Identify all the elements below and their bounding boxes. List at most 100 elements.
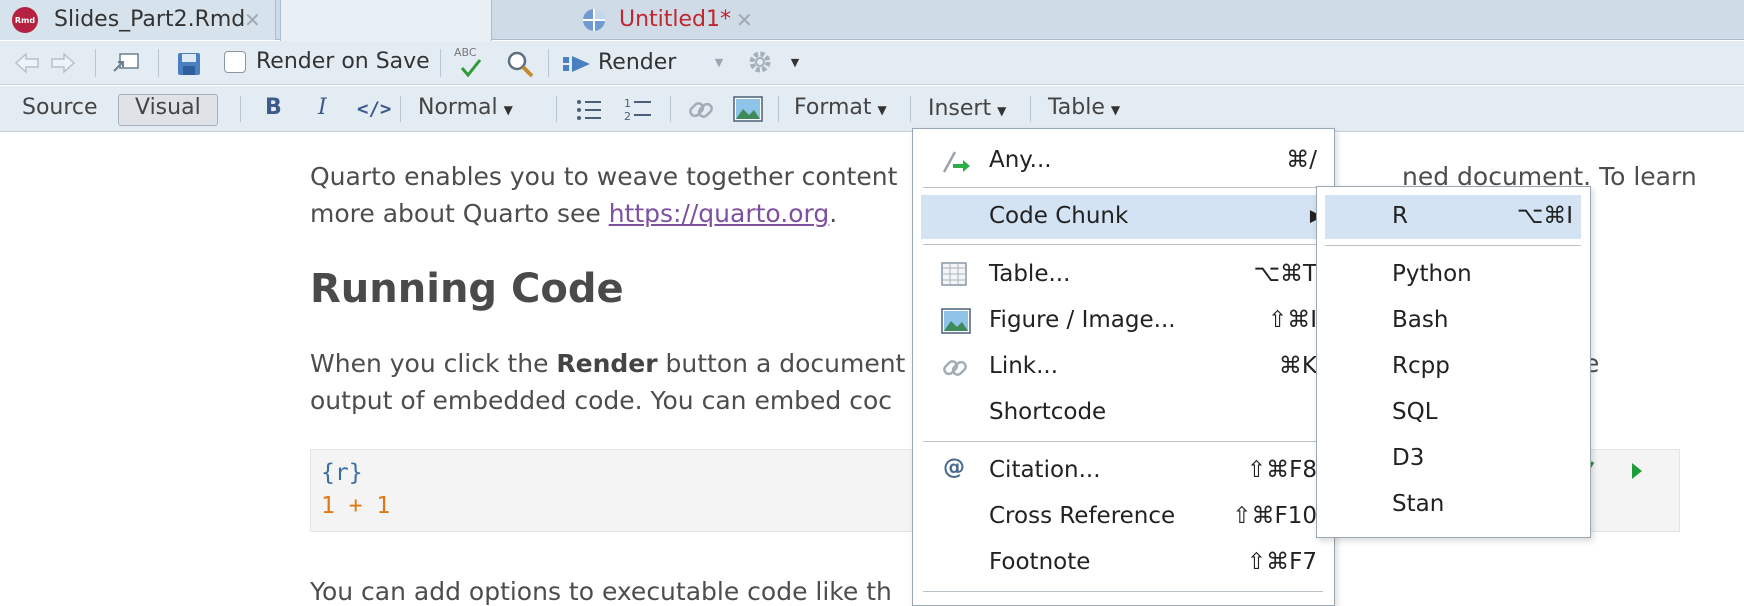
back-arrow-icon[interactable]	[14, 51, 40, 75]
toolbar-separator	[400, 96, 401, 122]
bullet-list-icon[interactable]	[575, 98, 603, 122]
submenu-item-bash[interactable]: Bash	[1325, 299, 1581, 343]
menu-item-label: Any...	[989, 147, 1052, 173]
menu-item-link[interactable]: Link... ⌘K	[921, 345, 1325, 389]
paragraph-intro-line2: more about Quarto see https://quarto.org…	[310, 195, 837, 232]
menu-item-footnote[interactable]: Footnote ⇧⌘F7	[921, 541, 1325, 585]
menu-divider	[923, 244, 1323, 245]
table-label: Table	[1048, 95, 1105, 120]
svg-text:1: 1	[624, 97, 631, 110]
spellcheck-icon[interactable]: ABC	[454, 46, 490, 80]
search-icon[interactable]	[505, 49, 535, 79]
submenu-item-python[interactable]: Python	[1325, 253, 1581, 297]
run-chunk-icon[interactable]	[1629, 460, 1645, 482]
text: When you click the	[310, 349, 557, 378]
numbered-list-icon[interactable]: 12	[623, 96, 653, 122]
toolbar-separator	[778, 96, 779, 122]
tab-untitled1[interactable]: Untitled1* ✕	[280, 0, 753, 41]
code-chunk-header: {r}	[321, 460, 363, 486]
paragraph-style-dropdown[interactable]: Normal ▼	[418, 95, 513, 120]
tab-label: Slides_Part2.Rmd	[54, 7, 246, 32]
toolbar-separator	[95, 49, 96, 77]
text: button a document	[657, 349, 906, 378]
link-icon[interactable]	[686, 96, 716, 124]
shortcut-label: ⌥⌘T	[1253, 261, 1317, 287]
toolbar-separator	[158, 49, 159, 77]
toolbar-separator	[240, 96, 241, 122]
menu-item-label: Shortcode	[989, 399, 1107, 425]
render-icon[interactable]	[562, 53, 592, 75]
menu-item-label: Table...	[989, 261, 1071, 287]
menu-item-shortcode[interactable]: Shortcode	[921, 391, 1325, 435]
menu-divider	[923, 187, 1323, 188]
image-icon[interactable]	[733, 96, 763, 122]
visual-mode-label: Visual	[135, 95, 201, 120]
text: Quarto enables you to weave together con…	[310, 162, 898, 191]
shortcut-label: ⇧⌘F7	[1246, 549, 1317, 575]
paragraph-render-line1: When you click the Render button a docum…	[310, 345, 905, 382]
menu-item-code-chunk[interactable]: Code Chunk ▶	[921, 195, 1325, 239]
quarto-link[interactable]: https://quarto.org	[609, 199, 830, 228]
text: .	[829, 199, 838, 228]
menu-item-label: Link...	[989, 353, 1059, 379]
tab-label: Untitled1*	[619, 7, 732, 32]
magic-wand-icon	[941, 148, 971, 174]
show-in-window-icon[interactable]	[110, 50, 142, 76]
gear-icon[interactable]	[745, 47, 775, 77]
menu-item-label: Cross Reference	[989, 503, 1176, 529]
format-label: Format	[794, 95, 872, 120]
shortcut-label: ⌘/	[1286, 147, 1317, 173]
close-icon[interactable]: ✕	[736, 8, 753, 32]
menu-item-table[interactable]: Table... ⌥⌘T	[921, 253, 1325, 297]
shortcut-label: ⇧⌘F10	[1232, 503, 1317, 529]
bold-button[interactable]: B	[265, 95, 282, 120]
quarto-file-icon	[581, 7, 607, 33]
text: You can add options to executable code l…	[310, 577, 892, 606]
submenu-item-label: Rcpp	[1392, 353, 1450, 379]
gear-chevron-down-icon[interactable]: ▼	[788, 55, 802, 69]
toolbar-separator	[670, 96, 671, 122]
submenu-item-stan[interactable]: Stan	[1325, 483, 1581, 527]
toolbar-separator	[1030, 96, 1031, 122]
submenu-item-label: D3	[1392, 445, 1425, 471]
table-menu[interactable]: Table ▼	[1048, 95, 1120, 120]
menu-divider	[923, 591, 1323, 592]
toolbar-separator	[556, 96, 557, 122]
submenu-item-label: SQL	[1392, 399, 1438, 425]
visual-mode-button[interactable]: Visual	[118, 94, 218, 126]
menu-item-label: Figure / Image...	[989, 307, 1176, 333]
render-options-chevron-down-icon[interactable]: ▼	[712, 55, 726, 69]
italic-button[interactable]: I	[318, 95, 327, 120]
submenu-item-r[interactable]: R ⌥⌘I	[1325, 195, 1581, 239]
code-button[interactable]: </>	[357, 98, 391, 120]
submenu-item-sql[interactable]: SQL	[1325, 391, 1581, 435]
close-icon[interactable]: ✕	[244, 8, 261, 32]
insert-menu[interactable]: Insert ▼	[928, 96, 1006, 121]
menu-item-cross-reference[interactable]: Cross Reference ⇧⌘F10	[921, 495, 1325, 539]
citation-at-icon: @	[943, 455, 965, 480]
menu-item-citation[interactable]: @ Citation... ⇧⌘F8	[921, 449, 1325, 493]
submenu-item-label: Stan	[1392, 491, 1445, 517]
paragraph-intro-line1: Quarto enables you to weave together con…	[310, 158, 897, 195]
menu-item-figure-image[interactable]: Figure / Image... ⇧⌘I	[921, 299, 1325, 343]
submenu-item-rcpp[interactable]: Rcpp	[1325, 345, 1581, 389]
code-line: 1 + 1	[321, 493, 391, 519]
submenu-item-d3[interactable]: D3	[1325, 437, 1581, 481]
menu-item-any[interactable]: Any... ⌘/	[921, 139, 1325, 183]
shortcut-label: ⇧⌘I	[1267, 307, 1317, 333]
chevron-down-icon: ▼	[503, 103, 513, 117]
tab-slides-part2[interactable]: Rmd Slides_Part2.Rmd ✕	[0, 0, 276, 40]
format-menu[interactable]: Format ▼	[794, 95, 887, 120]
source-mode-button[interactable]: Source	[22, 95, 98, 120]
visual-editor-toolbar: Source Visual B I </> Normal ▼ 12 Format ▼…	[0, 86, 1744, 132]
forward-arrow-icon[interactable]	[50, 51, 76, 75]
menu-item-label: Code Chunk	[989, 203, 1129, 229]
svg-text:2: 2	[624, 110, 631, 122]
toolbar-separator	[440, 49, 441, 77]
save-icon[interactable]	[175, 50, 203, 78]
paragraph-style-label: Normal	[418, 95, 498, 120]
rmd-file-icon: Rmd	[12, 7, 38, 33]
render-on-save-checkbox[interactable]	[224, 51, 246, 73]
render-button[interactable]: Render	[598, 50, 676, 75]
code-chunk-submenu: R ⌥⌘I Python Bash Rcpp SQL D3 Stan	[1316, 186, 1591, 538]
